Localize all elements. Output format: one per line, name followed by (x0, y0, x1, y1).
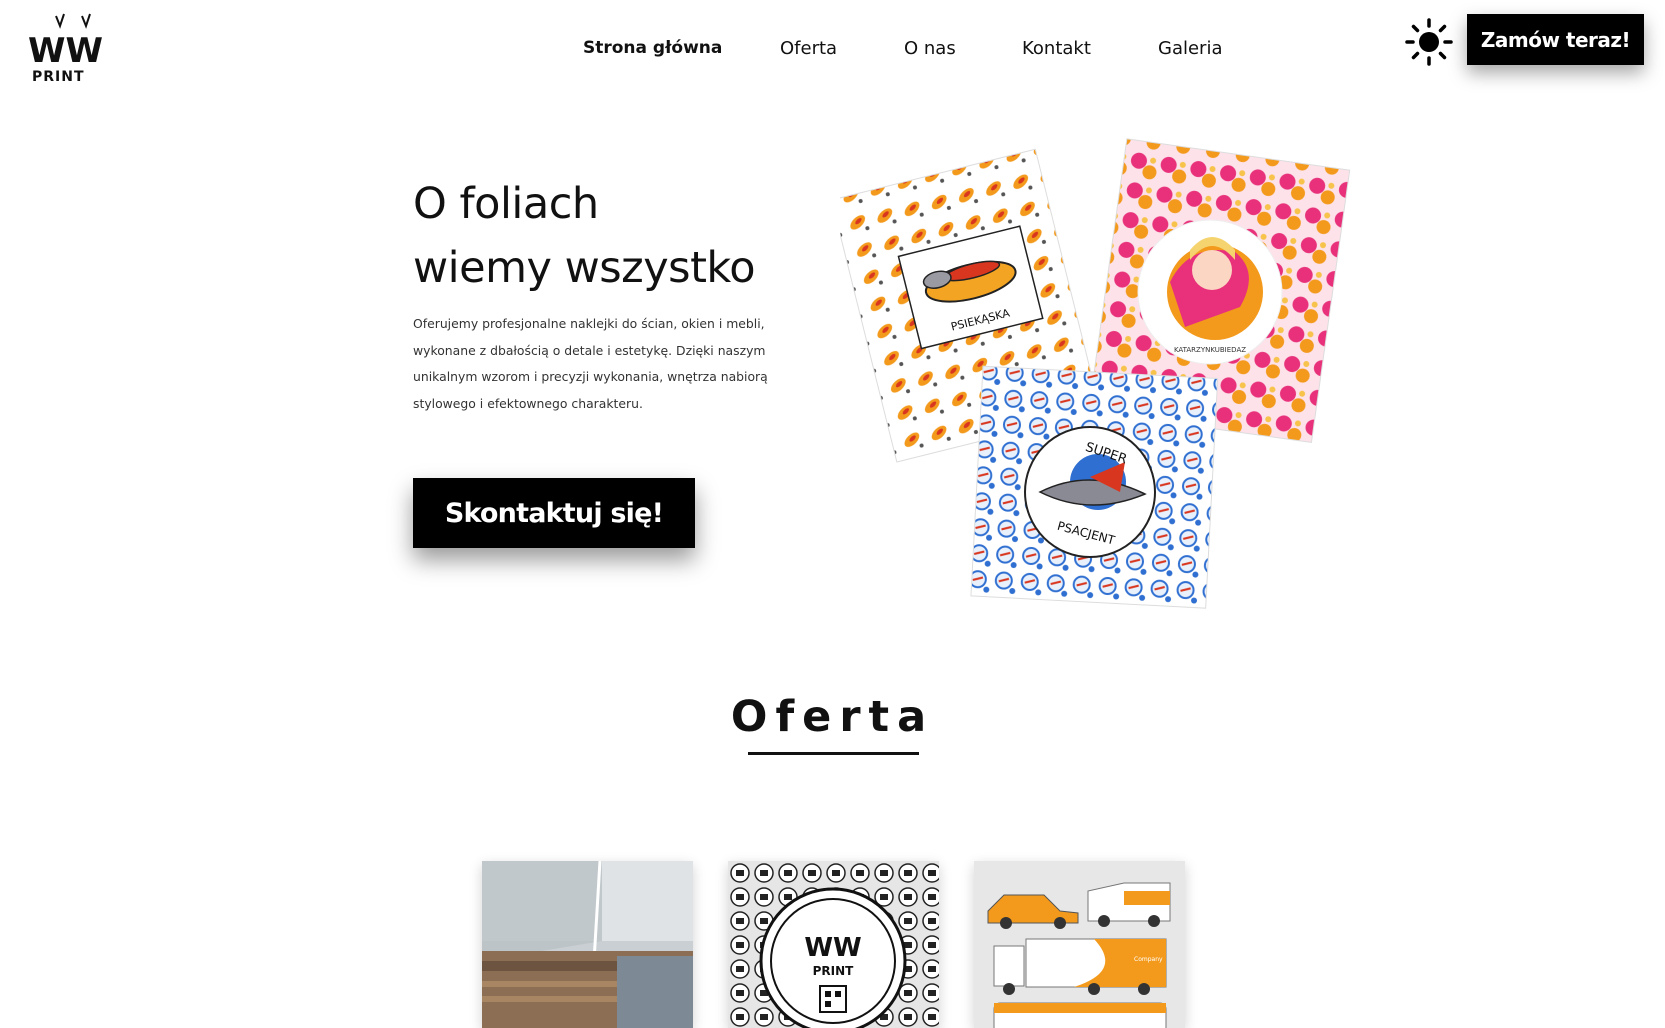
order-now-button[interactable]: Zamów teraz! (1467, 14, 1644, 65)
hero-description: Oferujemy profesjonalne naklejki do ścia… (413, 316, 768, 411)
offer-section-title: Oferta (730, 692, 935, 742)
card-logo-mark: WW (804, 933, 861, 963)
offer-card-window-film[interactable] (482, 861, 693, 1028)
offer-card-logo-stickers[interactable]: WW PRINT (728, 861, 939, 1028)
sun-icon[interactable] (1405, 18, 1453, 66)
offer-title-underline (748, 752, 919, 755)
nav-item-about[interactable]: O nas (904, 38, 956, 59)
sticker-collage-image: PSIEKĄSKA KATARZYNKUBIEDAZ SUPER PSACJEN… (830, 132, 1370, 632)
hero-title-line1: O foliach (413, 179, 599, 229)
nav-item-gallery[interactable]: Galeria (1158, 38, 1223, 59)
nav-item-home[interactable]: Strona główna (583, 38, 722, 58)
logo-subtext: PRINT (32, 69, 85, 84)
nav-item-offer[interactable]: Oferta (780, 38, 837, 59)
sticker-katarzynka-text: KATARZYNKUBIEDAZ (1174, 346, 1246, 354)
card-logo-subtext: PRINT (813, 964, 855, 978)
offer-card-vehicle-branding[interactable]: Company (974, 861, 1185, 1028)
nav-item-contact[interactable]: Kontakt (1022, 38, 1091, 59)
contact-button[interactable]: Skontaktuj się! (413, 478, 695, 548)
card-van-text: Company (1134, 956, 1163, 963)
hero-title-line2: wiemy wszystko (413, 243, 756, 293)
hero-title: O foliach wiemy wszystko (413, 172, 756, 300)
